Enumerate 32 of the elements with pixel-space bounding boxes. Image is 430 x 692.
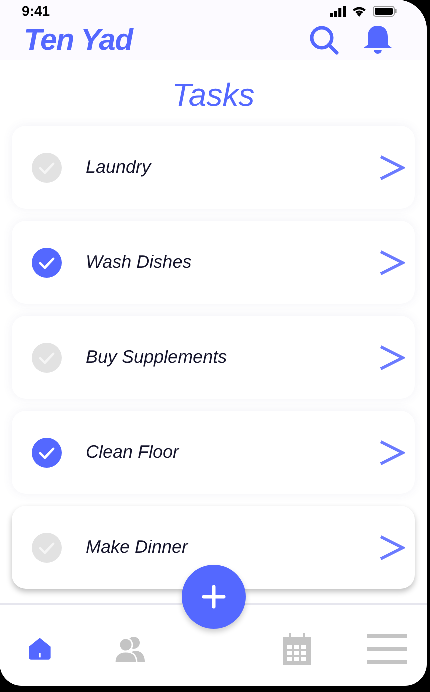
- battery-icon: [373, 6, 397, 16]
- menu-icon: [367, 634, 407, 664]
- chevron-right-icon[interactable]: [379, 154, 405, 180]
- app-logo: Ten Yad: [24, 22, 133, 58]
- task-label: Laundry: [86, 156, 153, 179]
- task-card[interactable]: Make Dinner: [12, 506, 415, 589]
- check-icon[interactable]: [32, 342, 62, 372]
- task-label: Wash Dishes: [86, 251, 193, 274]
- chevron-right-icon[interactable]: [379, 534, 405, 560]
- home-icon: [27, 636, 53, 662]
- check-icon[interactable]: [32, 532, 62, 562]
- chevron-right-icon[interactable]: [379, 344, 405, 370]
- bell-icon[interactable]: [363, 25, 393, 55]
- check-icon[interactable]: [32, 248, 62, 278]
- task-label: Clean Floor: [86, 441, 180, 464]
- plus-icon: [200, 584, 226, 610]
- task-card[interactable]: Buy Supplements: [12, 316, 415, 399]
- task-card[interactable]: Clean Floor: [12, 411, 415, 494]
- status-time: 9:41: [22, 2, 50, 20]
- chevron-right-icon[interactable]: [379, 250, 405, 276]
- task-label: Make Dinner: [86, 536, 190, 559]
- task-label: Buy Supplements: [86, 346, 228, 369]
- signal-icon: [330, 6, 346, 16]
- task-card[interactable]: Wash Dishes: [12, 221, 415, 304]
- chevron-right-icon[interactable]: [379, 440, 405, 466]
- wifi-icon: [352, 6, 367, 16]
- page-title: Tasks: [172, 76, 255, 114]
- search-icon[interactable]: [309, 25, 341, 55]
- calendar-icon: [283, 632, 311, 664]
- check-icon[interactable]: [32, 438, 62, 468]
- task-card[interactable]: Laundry: [12, 126, 415, 209]
- check-icon[interactable]: [32, 152, 62, 182]
